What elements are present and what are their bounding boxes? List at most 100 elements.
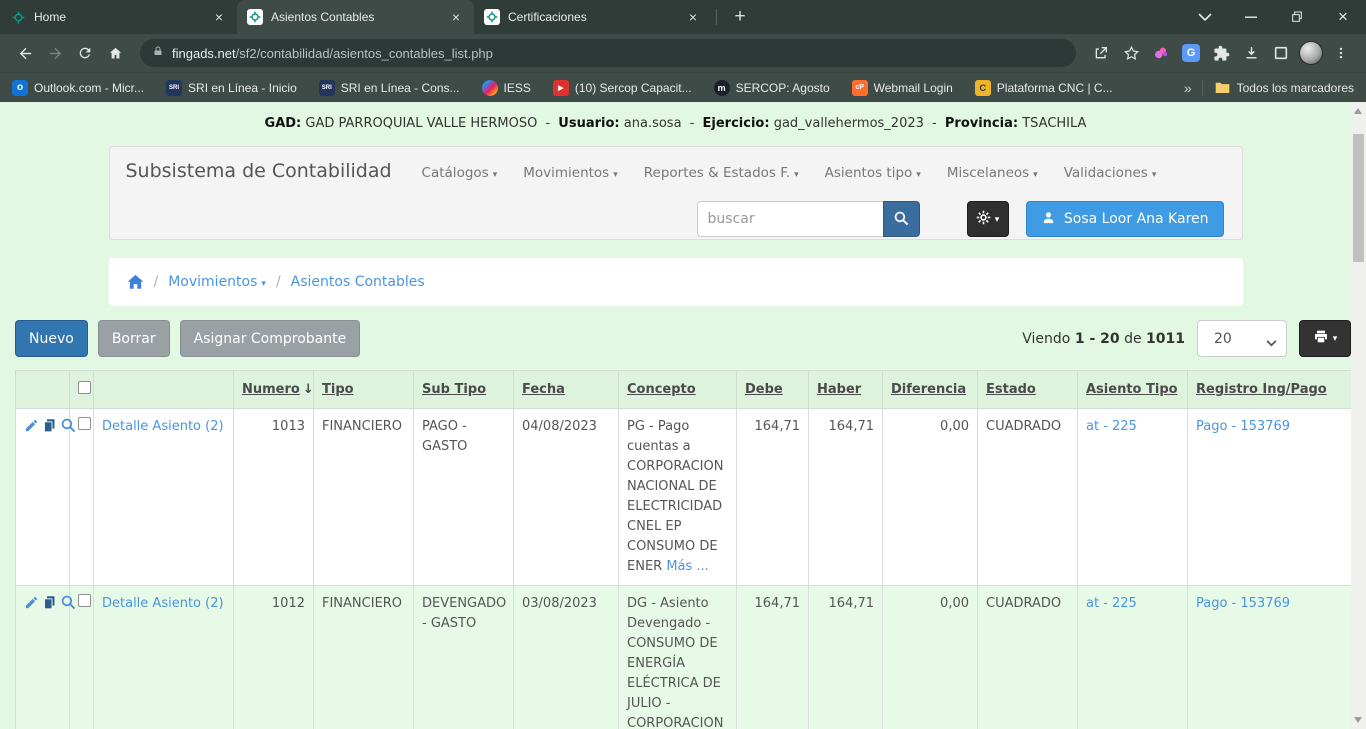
home-icon[interactable] bbox=[100, 38, 130, 68]
bookmarks-overflow-chevron[interactable]: » bbox=[1184, 80, 1192, 96]
downloads-icon[interactable] bbox=[1236, 38, 1266, 68]
breadcrumb: / Movimientos▾ / Asientos Contables bbox=[109, 258, 1243, 306]
column-haber-header[interactable]: Haber bbox=[809, 371, 883, 409]
numero-cell: 1012 bbox=[234, 586, 314, 729]
assign-voucher-button[interactable]: Asignar Comprobante bbox=[180, 320, 361, 357]
column-subtipo-header[interactable]: Sub Tipo bbox=[414, 371, 514, 409]
copy-icon[interactable] bbox=[42, 418, 57, 433]
asiento-tipo-link[interactable]: at - 225 bbox=[1086, 596, 1137, 611]
extension-flamingo-icon[interactable] bbox=[1146, 38, 1176, 68]
reload-icon[interactable] bbox=[70, 38, 100, 68]
registro-pago-link[interactable]: Pago - 153769 bbox=[1196, 419, 1290, 434]
bookmark-sri-inicio[interactable]: SRISRI en Línea - Inicio bbox=[166, 80, 297, 96]
bookmarks-bar: oOutlook.com - Micr... SRISRI en Línea -… bbox=[0, 72, 1366, 102]
page-scrollbar[interactable] bbox=[1351, 102, 1366, 729]
extensions-puzzle-icon[interactable] bbox=[1206, 38, 1236, 68]
menu-miscelaneos[interactable]: Miscelaneos▾ bbox=[947, 165, 1038, 181]
select-row-checkbox[interactable] bbox=[78, 417, 91, 430]
menu-kebab-icon[interactable] bbox=[1326, 38, 1356, 68]
tab-close-icon[interactable]: × bbox=[211, 9, 227, 25]
home-icon[interactable] bbox=[127, 274, 144, 290]
tab-search-button[interactable] bbox=[1182, 0, 1228, 34]
numero-cell: 1013 bbox=[234, 409, 314, 586]
sort-desc-icon: ↓ bbox=[303, 382, 314, 397]
page-size-select[interactable]: 20 bbox=[1197, 320, 1287, 357]
bookmark-webmail[interactable]: cPWebmail Login bbox=[852, 80, 953, 96]
menu-asientos-tipo[interactable]: Asientos tipo▾ bbox=[825, 165, 921, 181]
view-search-icon[interactable] bbox=[60, 417, 76, 433]
column-debe-header[interactable]: Debe bbox=[737, 371, 809, 409]
menu-reportes[interactable]: Reportes & Estados F.▾ bbox=[644, 165, 799, 181]
chevron-down-icon: ▾ bbox=[995, 214, 1000, 225]
tab-certificaciones[interactable]: Certificaciones × bbox=[474, 0, 711, 34]
breadcrumb-movimientos[interactable]: Movimientos▾ bbox=[168, 274, 266, 290]
user-icon bbox=[1041, 210, 1064, 229]
scrollbar-thumb[interactable] bbox=[1353, 134, 1364, 262]
bookmark-iess[interactable]: IESS bbox=[482, 80, 531, 96]
close-window-button[interactable]: × bbox=[1320, 0, 1366, 34]
delete-button[interactable]: Borrar bbox=[98, 320, 170, 357]
settings-button[interactable]: ▾ bbox=[967, 201, 1009, 237]
restore-button[interactable] bbox=[1274, 0, 1320, 34]
edit-icon[interactable] bbox=[24, 418, 39, 433]
column-asiento-tipo-header[interactable]: Asiento Tipo bbox=[1078, 371, 1188, 409]
asiento-tipo-link[interactable]: at - 225 bbox=[1086, 419, 1137, 434]
menu-validaciones[interactable]: Validaciones▾ bbox=[1064, 165, 1157, 181]
side-panel-icon[interactable] bbox=[1266, 38, 1296, 68]
lock-icon[interactable] bbox=[152, 44, 164, 63]
detalle-asiento-link[interactable]: Detalle Asiento (2) bbox=[102, 596, 224, 611]
mas-link[interactable]: Más ... bbox=[666, 559, 709, 574]
column-diferencia-header[interactable]: Diferencia bbox=[883, 371, 978, 409]
subtipo-cell: PAGO - GASTO bbox=[414, 409, 514, 586]
sri-icon: SRI bbox=[166, 80, 182, 96]
column-concepto-header[interactable]: Concepto bbox=[619, 371, 737, 409]
tab-close-icon[interactable]: × bbox=[448, 9, 464, 25]
menu-catalogos[interactable]: Catálogos▾ bbox=[422, 165, 498, 181]
print-button[interactable]: ▾ bbox=[1299, 320, 1351, 357]
column-tipo-header[interactable]: Tipo bbox=[314, 371, 414, 409]
bookmark-plataforma-cnc[interactable]: CPlataforma CNC | C... bbox=[975, 80, 1113, 96]
tab-asientos-contables[interactable]: Asientos Contables × bbox=[237, 0, 474, 34]
profile-avatar[interactable] bbox=[1296, 38, 1326, 68]
copy-icon[interactable] bbox=[42, 595, 57, 610]
user-menu-button[interactable]: Sosa Loor Ana Karen bbox=[1026, 201, 1224, 237]
scroll-up-icon[interactable] bbox=[1354, 108, 1362, 114]
diferencia-cell: 0,00 bbox=[883, 586, 978, 729]
select-all-checkbox[interactable] bbox=[78, 381, 91, 394]
column-fecha-header[interactable]: Fecha bbox=[514, 371, 619, 409]
bookmark-sercop-capacitacion[interactable]: ▶(10) Sercop Capacit... bbox=[553, 80, 692, 96]
menu-movimientos[interactable]: Movimientos▾ bbox=[523, 165, 618, 181]
scroll-down-icon[interactable] bbox=[1354, 717, 1362, 723]
share-icon[interactable] bbox=[1086, 38, 1116, 68]
column-estado-header[interactable]: Estado bbox=[978, 371, 1078, 409]
minimize-button[interactable] bbox=[1228, 0, 1274, 34]
column-registro-header[interactable]: Registro Ing/Pago bbox=[1188, 371, 1352, 409]
bookmark-sercop-agosto[interactable]: mSERCOP: Agosto bbox=[714, 80, 830, 96]
all-bookmarks-button[interactable]: Todos los marcadores bbox=[1215, 80, 1354, 96]
context-bar: GAD: GAD PARROQUIAL VALLE HERMOSO - Usua… bbox=[0, 102, 1351, 146]
edit-icon[interactable] bbox=[24, 595, 39, 610]
search-input[interactable] bbox=[697, 201, 883, 237]
bookmark-sri-consultas[interactable]: SRISRI en Línea - Cons... bbox=[319, 80, 460, 96]
forward-icon[interactable] bbox=[40, 38, 70, 68]
sercop-icon: m bbox=[714, 80, 730, 96]
select-row-checkbox[interactable] bbox=[78, 594, 91, 607]
translate-extension-icon[interactable]: G bbox=[1176, 38, 1206, 68]
debe-cell: 164,71 bbox=[737, 409, 809, 586]
tab-close-icon[interactable]: × bbox=[685, 9, 701, 25]
tab-home[interactable]: Home × bbox=[0, 0, 237, 34]
breadcrumb-current[interactable]: Asientos Contables bbox=[291, 274, 425, 290]
new-button[interactable]: Nuevo bbox=[15, 320, 88, 357]
url-bar[interactable]: fingads.net/sf2/contabilidad/asientos_co… bbox=[140, 39, 1076, 67]
bookmark-star-icon[interactable] bbox=[1116, 38, 1146, 68]
search-button[interactable] bbox=[883, 201, 920, 237]
column-numero-header[interactable]: Numero↓ bbox=[234, 371, 314, 409]
detalle-asiento-link[interactable]: Detalle Asiento (2) bbox=[102, 419, 224, 434]
view-search-icon[interactable] bbox=[60, 594, 76, 610]
bookmark-outlook[interactable]: oOutlook.com - Micr... bbox=[12, 80, 144, 96]
tab-title: Home bbox=[34, 10, 205, 24]
back-icon[interactable] bbox=[10, 38, 40, 68]
new-tab-button[interactable]: + bbox=[726, 3, 754, 31]
registro-pago-link[interactable]: Pago - 153769 bbox=[1196, 596, 1290, 611]
breadcrumb-separator: / bbox=[276, 274, 281, 290]
